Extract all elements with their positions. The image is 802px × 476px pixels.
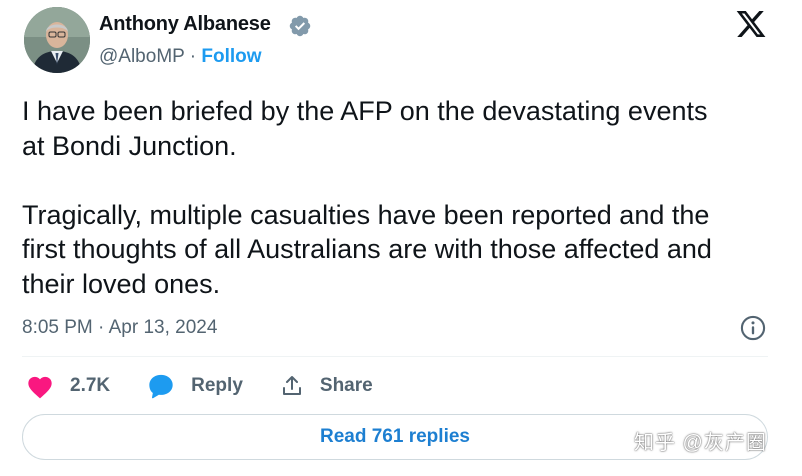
author-name[interactable]: Anthony Albanese: [99, 13, 271, 36]
like-button[interactable]: 2.7K: [26, 373, 110, 399]
share-icon: [282, 376, 301, 395]
handle-row: @AlboMP · Follow: [99, 46, 262, 68]
reply-label: Reply: [191, 375, 243, 396]
verified-badge-icon: [289, 15, 311, 37]
heart-icon: [28, 376, 52, 399]
follow-link[interactable]: Follow: [201, 46, 261, 67]
author-handle[interactable]: @AlboMP: [99, 46, 184, 67]
tweet-text: I have been briefed by the AFP on the de…: [22, 96, 712, 299]
handle-separator: ·: [184, 46, 202, 67]
action-bar: 2.7K Reply Share: [22, 370, 373, 402]
tweet-timestamp[interactable]: 8:05 PM · Apr 13, 2024: [22, 317, 217, 339]
watermark: 知乎 @灰产圈: [634, 432, 767, 454]
share-label: Share: [319, 375, 373, 396]
tweet-embed-card: Anthony Albanese @AlboMP · Follow I have…: [0, 0, 802, 476]
share-button[interactable]: Share: [280, 374, 373, 398]
like-count: 2.7K: [70, 375, 111, 396]
info-icon[interactable]: [739, 314, 767, 342]
avatar[interactable]: [24, 7, 90, 73]
x-logo-icon[interactable]: [734, 8, 768, 40]
reply-button[interactable]: Reply: [147, 372, 243, 400]
divider: [22, 356, 768, 357]
reply-bubble-icon: [149, 374, 173, 399]
